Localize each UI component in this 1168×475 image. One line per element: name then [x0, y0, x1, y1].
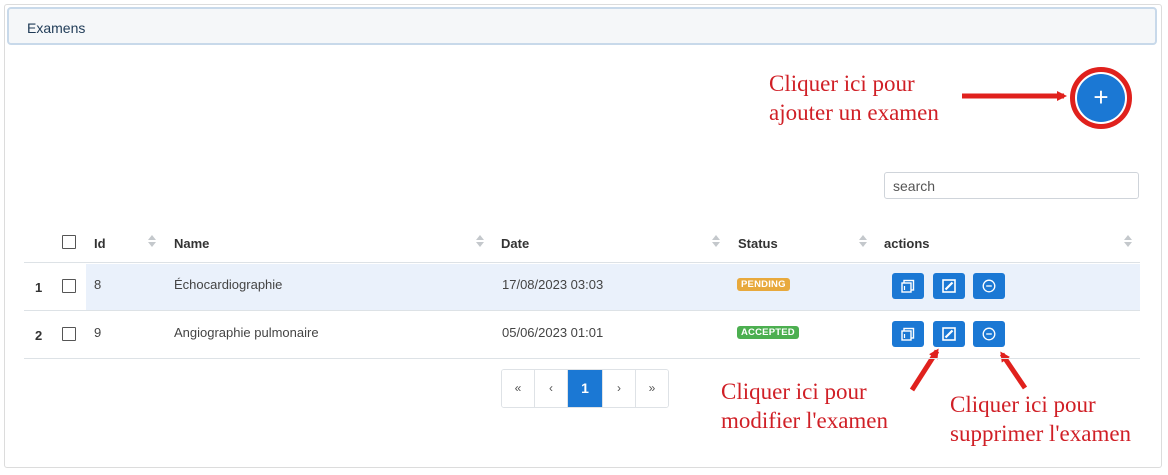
edit-annotation-line1: Cliquer ici pour	[721, 379, 867, 404]
delete-annotation-line2: supprimer l'examen	[950, 421, 1132, 446]
row-number: 2	[35, 328, 43, 343]
select-all-checkbox[interactable]	[62, 235, 76, 249]
minus-circle-icon	[982, 279, 996, 293]
delete-annotation-line1: Cliquer ici pour	[950, 392, 1096, 417]
row-checkbox[interactable]	[62, 279, 76, 293]
view-button[interactable]	[892, 273, 924, 299]
delete-annotation: Cliquer ici pour supprimer l'examen	[950, 390, 1131, 448]
add-annotation-line2: ajouter un examen	[769, 100, 939, 125]
cell-name: Angiographie pulmonaire	[174, 325, 319, 340]
edit-arrow	[909, 348, 940, 392]
page-1-button[interactable]: 1	[568, 370, 603, 407]
minus-circle-icon	[982, 327, 996, 341]
cell-name: Échocardiographie	[174, 277, 283, 292]
column-header-name[interactable]: Name	[174, 236, 209, 251]
first-page-button[interactable]: «	[502, 370, 535, 407]
status-badge: PENDING	[737, 278, 790, 291]
sort-icon[interactable]	[148, 234, 157, 248]
column-header-status[interactable]: Status	[738, 236, 778, 251]
column-header-id[interactable]: Id	[94, 236, 106, 251]
folder-icon	[901, 327, 915, 341]
edit-annotation-line2: modifier l'examen	[721, 408, 888, 433]
header-divider	[24, 262, 1140, 263]
next-page-button[interactable]: ›	[603, 370, 636, 407]
sort-icon[interactable]	[859, 234, 868, 248]
sort-icon[interactable]	[1124, 234, 1133, 248]
cell-date: 05/06/2023 01:01	[502, 325, 604, 340]
edit-button[interactable]	[933, 273, 965, 299]
edit-icon	[942, 327, 956, 341]
view-button[interactable]	[892, 321, 924, 347]
add-annotation: Cliquer ici pour ajouter un examen	[769, 69, 939, 127]
add-annotation-line1: Cliquer ici pour	[769, 71, 915, 96]
row-checkbox[interactable]	[62, 327, 76, 341]
search-input[interactable]	[884, 172, 1139, 199]
column-header-actions[interactable]: actions	[884, 236, 930, 251]
edit-annotation: Cliquer ici pour modifier l'examen	[721, 377, 888, 435]
cell-date: 17/08/2023 03:03	[502, 277, 604, 292]
add-exam-button[interactable]: +	[1077, 74, 1125, 122]
edit-icon	[942, 279, 956, 293]
row-number: 1	[35, 280, 43, 295]
pagination: « ‹ 1 › »	[501, 369, 669, 408]
sort-icon[interactable]	[712, 234, 721, 248]
sort-icon[interactable]	[476, 234, 485, 248]
last-page-button[interactable]: »	[636, 370, 668, 407]
edit-button[interactable]	[933, 321, 965, 347]
cell-id: 8	[94, 277, 102, 292]
cell-id: 9	[94, 325, 102, 340]
previous-page-button[interactable]: ‹	[535, 370, 568, 407]
row-divider	[24, 310, 1140, 311]
delete-arrow	[999, 351, 1028, 390]
delete-button[interactable]	[973, 273, 1005, 299]
delete-button[interactable]	[973, 321, 1005, 347]
status-badge: ACCEPTED	[737, 326, 799, 339]
folder-icon	[901, 279, 915, 293]
table-bottom-divider	[24, 358, 1140, 359]
column-header-date[interactable]: Date	[501, 236, 529, 251]
